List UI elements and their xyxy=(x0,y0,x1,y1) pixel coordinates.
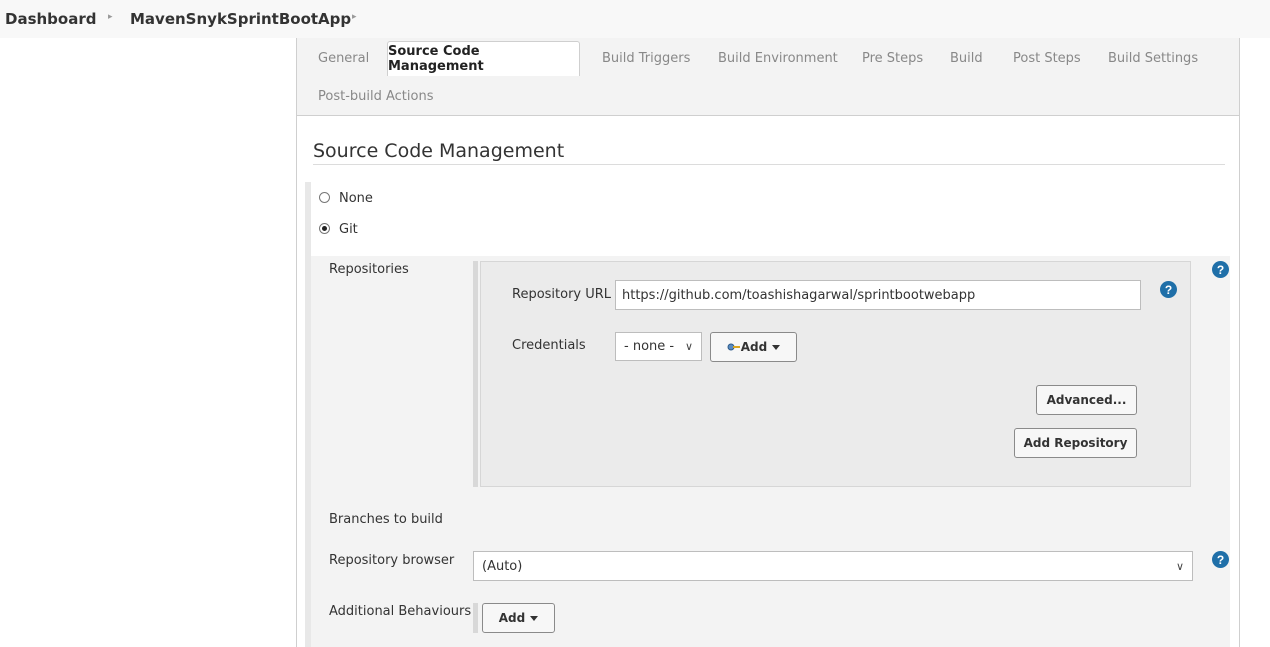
credentials-select-value: - none - xyxy=(624,339,675,354)
scm-none-radio[interactable] xyxy=(319,192,330,203)
tab-build-settings[interactable]: Build Settings xyxy=(1108,51,1198,66)
advanced-button[interactable]: Advanced... xyxy=(1036,385,1137,415)
add-repository-button[interactable]: Add Repository xyxy=(1014,428,1137,458)
repositories-label: Repositories xyxy=(329,262,409,277)
tab-build-triggers[interactable]: Build Triggers xyxy=(602,51,690,66)
repository-bar xyxy=(473,261,478,487)
credentials-label: Credentials xyxy=(512,338,586,353)
repository-url-label: Repository URL xyxy=(512,287,612,302)
scm-git-radio[interactable] xyxy=(319,223,330,234)
chevron-right-icon: ▸ xyxy=(108,12,113,22)
chevron-down-icon: ∨ xyxy=(684,340,693,353)
tab-build[interactable]: Build xyxy=(950,51,983,66)
tab-general[interactable]: General xyxy=(318,51,369,66)
radio-selected-dot xyxy=(322,226,327,231)
chevron-down-icon: ∨ xyxy=(1175,559,1184,573)
scm-git-label[interactable]: Git xyxy=(339,222,358,237)
section-title: Source Code Management xyxy=(313,140,565,162)
repository-browser-label: Repository browser xyxy=(329,553,455,568)
behaviours-bar xyxy=(473,603,478,633)
credentials-select[interactable]: - none - ∨ xyxy=(615,332,702,361)
add-credentials-button[interactable]: Add xyxy=(710,332,797,362)
key-icon xyxy=(727,343,740,351)
dropdown-caret-icon xyxy=(772,344,781,350)
chevron-right-icon[interactable]: ▸ xyxy=(352,12,357,22)
tab-post-steps[interactable]: Post Steps xyxy=(1013,51,1081,66)
tab-pre-steps[interactable]: Pre Steps xyxy=(862,51,923,66)
help-icon[interactable]: ? xyxy=(1212,261,1229,278)
repository-browser-value: (Auto) xyxy=(482,558,523,574)
help-icon[interactable]: ? xyxy=(1212,551,1229,568)
add-behaviour-label: Add xyxy=(498,611,526,625)
tab-source-code-management[interactable]: Source Code Management xyxy=(387,41,580,76)
add-behaviour-button[interactable]: Add xyxy=(482,603,555,633)
breadcrumb-project[interactable]: MavenSnykSprintBootApp xyxy=(130,10,351,28)
repository-browser-select[interactable]: (Auto) ∨ xyxy=(473,551,1193,581)
additional-behaviours-label: Additional Behaviours xyxy=(329,604,472,619)
scm-none-label[interactable]: None xyxy=(339,191,373,206)
repository-url-input[interactable]: https://github.com/toashishagarwal/sprin… xyxy=(615,280,1141,310)
add-credentials-label: Add xyxy=(740,340,768,354)
branches-to-build-label: Branches to build xyxy=(329,512,443,527)
tab-post-build-actions[interactable]: Post-build Actions xyxy=(318,89,433,104)
help-icon[interactable]: ? xyxy=(1160,281,1177,298)
section-divider xyxy=(313,164,1225,165)
tab-build-environment[interactable]: Build Environment xyxy=(718,51,838,66)
dropdown-caret-icon xyxy=(530,615,539,621)
breadcrumb-dashboard[interactable]: Dashboard xyxy=(5,10,96,28)
